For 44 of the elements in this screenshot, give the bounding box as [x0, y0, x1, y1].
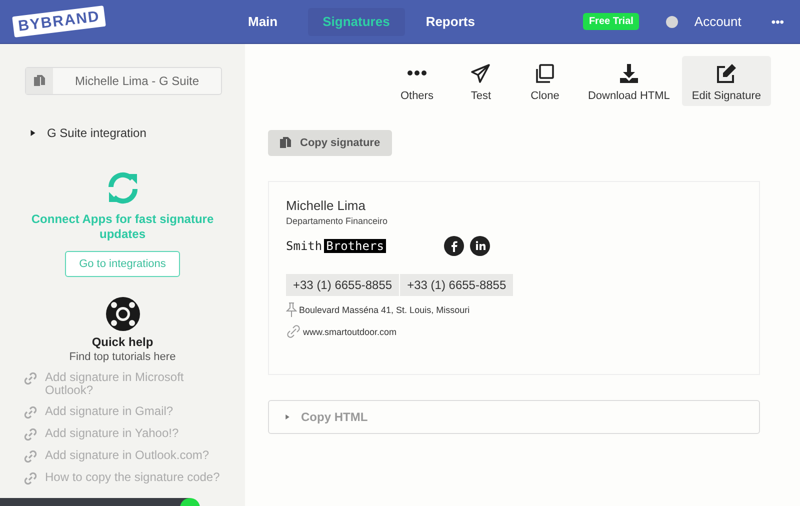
edit-icon	[715, 63, 738, 84]
connect-text: Connect Apps for fast signature updates	[30, 212, 215, 242]
copy-icon	[34, 74, 45, 88]
caret-icon	[30, 129, 36, 137]
paper-plane-icon	[470, 63, 492, 84]
link-icon	[24, 428, 37, 441]
lifebuoy-icon	[106, 297, 140, 331]
download-icon	[618, 63, 640, 84]
copy-signature-button[interactable]: Copy signature	[268, 130, 392, 156]
toolbar-button[interactable]: Test	[450, 56, 512, 106]
address-text: Boulevard Masséna 41, St. Louis, Missouri	[299, 305, 470, 315]
copy-icon	[534, 63, 556, 84]
toolbar-button[interactable]: Clone	[514, 56, 576, 106]
toolbar-button[interactable]: Edit Signature	[682, 56, 771, 106]
linkedin-icon	[470, 236, 490, 256]
link-icon	[24, 450, 37, 463]
toolbar-button[interactable]: Download HTML	[578, 56, 680, 106]
nav-tab[interactable]: Signatures	[308, 8, 405, 36]
link-icon	[24, 372, 37, 385]
signature-department: Departamento Financeiro	[286, 216, 389, 226]
more-icon	[406, 70, 427, 76]
link-icon	[24, 406, 37, 419]
quick-help-title: Quick help	[92, 335, 154, 349]
website-link[interactable]: www.smartoutdoor.com	[303, 326, 397, 336]
caret-icon	[285, 413, 290, 421]
nav-tab[interactable]: Reports	[410, 8, 490, 36]
phone-number: +33 (1) 6655-8855	[400, 274, 514, 296]
quick-help-subtitle: Find top tutorials here	[69, 351, 176, 363]
account-link[interactable]: Account	[694, 14, 742, 29]
more-menu[interactable]: •••	[771, 14, 784, 28]
pushpin-icon	[286, 302, 297, 318]
facebook-icon	[444, 236, 464, 256]
phone-number: +33 (1) 6655-8855	[286, 274, 400, 296]
copy-icon	[280, 136, 291, 150]
avatar-icon	[666, 16, 678, 28]
toolbar-button[interactable]: Others	[386, 56, 448, 106]
integration-toggle[interactable]: G Suite integration	[30, 126, 146, 140]
company-logo: Smith Brothers	[286, 239, 387, 253]
signature-name: Michelle Lima	[286, 198, 366, 213]
logo[interactable]: BYBRAND	[12, 5, 106, 38]
link-icon	[24, 472, 37, 485]
signature-selector[interactable]: Michelle Lima - G Suite	[25, 67, 222, 95]
link-icon	[286, 324, 301, 339]
nav-tab[interactable]: Main	[233, 8, 293, 36]
